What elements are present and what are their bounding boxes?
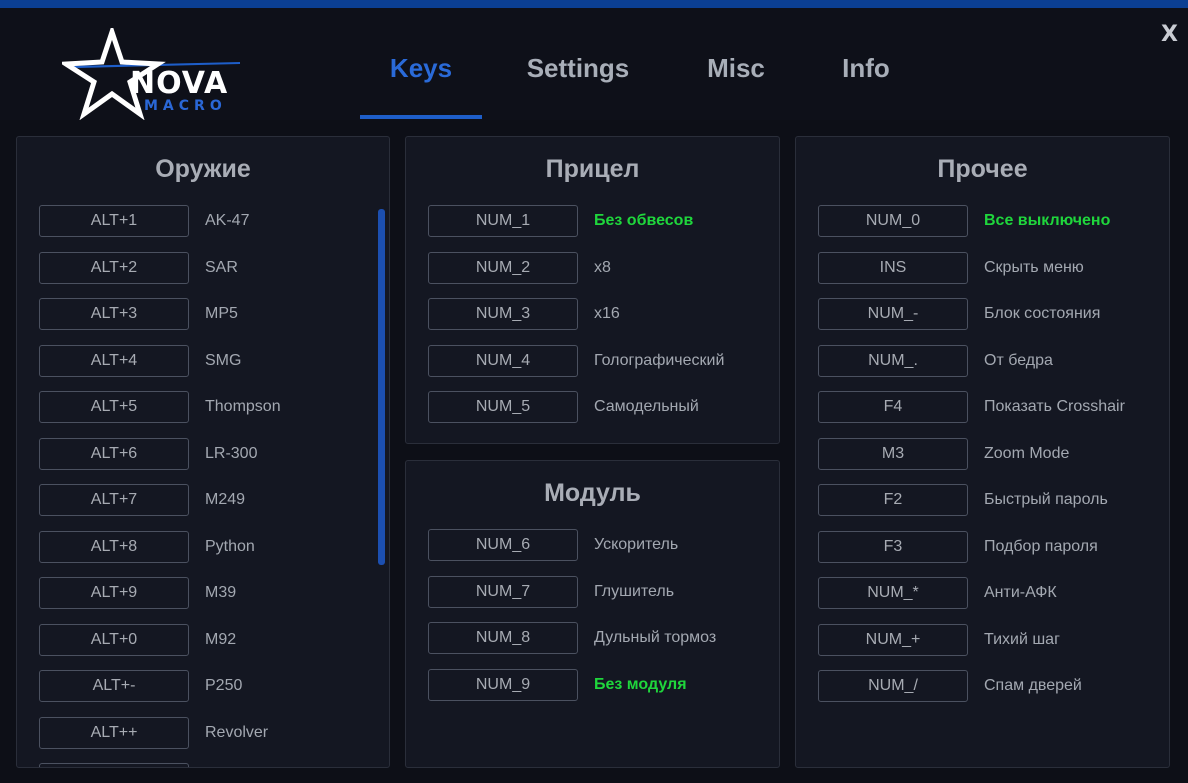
other-keybind-button[interactable]: F4 (818, 391, 968, 423)
other-keybind-button[interactable]: INS (818, 251, 968, 284)
weapons-action-label: SAR (205, 258, 238, 276)
module-action-label: Ускоритель (594, 536, 679, 553)
other-keybind-button[interactable]: NUM_+ (818, 623, 968, 656)
weapons-keybind-button[interactable]: ALT++ (39, 716, 189, 749)
close-button[interactable]: X (1161, 22, 1178, 47)
module-panel: Модуль NUM_6 Ускоритель NUM_7 Глушитель NUM_… (405, 460, 780, 768)
weapons-panel: Оружие ALT+1 AK-47 ALT+2 SAR ALT+3 MP5 ALT+4 SM… (16, 136, 390, 768)
module-keybind-button[interactable]: NUM_6 (428, 529, 578, 561)
weapons-keybind-button[interactable]: ALT+- (39, 670, 189, 702)
other-action-label: Анти-АФК (984, 584, 1057, 601)
weapons-action-label: M92 (205, 630, 237, 648)
weapons-action-label: Thompson (205, 398, 281, 415)
scope-keybind-button[interactable]: NUM_1 (428, 205, 578, 237)
weapons-keybind-button[interactable]: ALT+0 (39, 623, 189, 656)
weapons-keybind-button[interactable]: ALT+6 (39, 437, 189, 470)
other-action-label: Спам дверей (984, 677, 1082, 694)
other-keybind-button[interactable]: F2 (818, 484, 968, 516)
other-keybind-button[interactable]: NUM_* (818, 577, 968, 609)
other-keybind-button[interactable]: NUM_0 (818, 205, 968, 237)
scope-keybind-button[interactable]: NUM_5 (428, 391, 578, 423)
nova-macro-logo: NOVA MACRO (62, 28, 242, 120)
weapons-keybind-button[interactable]: ALT+1 (39, 205, 189, 237)
scope-keybind-button[interactable]: NUM_3 (428, 298, 578, 330)
other-action-label: Скрыть меню (984, 258, 1084, 276)
tab-settings[interactable]: Settings (508, 44, 648, 92)
active-tab-indicator (360, 115, 482, 119)
weapons-action-label: MP5 (205, 305, 238, 322)
weapons-action-label: AK-47 (205, 212, 250, 229)
module-action-label: Без модуля (594, 675, 687, 693)
module-keybind-button[interactable]: NUM_9 (428, 668, 578, 701)
weapons-action-label: P250 (205, 677, 243, 694)
weapons-action-label: M249 (205, 491, 246, 508)
scope-panel: Прицел NUM_1 Без обвесов NUM_2 x8 NUM_3 x16 NU… (405, 136, 780, 444)
tab-info[interactable]: Info (822, 44, 910, 92)
other-action-label: Быстрый пароль (984, 491, 1108, 508)
scope-keybind-button[interactable]: NUM_2 (428, 251, 578, 284)
weapons-keybind-button[interactable]: ALT+4 (39, 344, 189, 377)
scope-panel-title: Прицел (545, 155, 640, 183)
scope-action-label: x16 (594, 305, 620, 322)
weapons-scrollbar[interactable] (378, 209, 385, 565)
other-action-label: Все выключено (984, 212, 1111, 229)
weapons-action-label: SMG (205, 351, 242, 369)
scope-action-label: Голографический (594, 351, 725, 369)
weapons-action-label: Python (205, 537, 255, 555)
other-keybind-button[interactable]: M3 (818, 437, 968, 470)
weapons-keybind-button[interactable]: ALT+3 (39, 298, 189, 330)
other-keybind-button[interactable]: NUM_/ (818, 670, 968, 702)
module-keybind-button[interactable]: NUM_8 (428, 622, 578, 654)
weapons-keybind-button[interactable]: ALT+9 (39, 577, 189, 609)
scope-action-label: Самодельный (594, 398, 699, 415)
scope-action-label: x8 (594, 258, 611, 276)
logo-subtitle: MACRO (144, 98, 227, 114)
scope-keybind-button[interactable]: NUM_4 (428, 344, 578, 377)
module-keybind-button[interactable]: NUM_7 (428, 575, 578, 608)
other-keybind-button[interactable]: NUM_. (818, 344, 968, 377)
other-keybind-button[interactable]: NUM_- (818, 298, 968, 330)
weapons-panel-title: Оружие (155, 155, 251, 183)
other-action-label: Zoom Mode (984, 444, 1070, 462)
weapons-keybind-button[interactable]: ALT+8 (39, 530, 189, 563)
window-top-accent-bar (0, 0, 1188, 8)
weapons-keybind-button[interactable] (39, 763, 189, 767)
other-action-label: Тихий шаг (984, 630, 1060, 648)
other-action-label: Показать Crosshair (984, 398, 1125, 415)
module-action-label: Глушитель (594, 582, 675, 600)
weapons-keybind-button[interactable]: ALT+2 (39, 251, 189, 284)
other-action-label: Подбор пароля (984, 537, 1098, 555)
scope-action-label: Без обвесов (594, 212, 694, 229)
weapons-action-label: M39 (205, 584, 237, 601)
other-action-label: От бедра (984, 351, 1053, 369)
header-bar: X NOVA MACRO Keys Settings Misc Info (0, 8, 1188, 120)
module-panel-title: Модуль (544, 479, 641, 507)
other-action-label: Блок состояния (984, 305, 1101, 322)
logo-wordmark: NOVA (130, 66, 229, 101)
module-action-label: Дульный тормоз (594, 629, 717, 646)
other-keybind-button[interactable]: F3 (818, 530, 968, 563)
weapons-keybind-button[interactable]: ALT+7 (39, 484, 189, 516)
other-panel-title: Прочее (937, 155, 1028, 183)
weapons-action-label: LR-300 (205, 444, 258, 462)
tab-misc[interactable]: Misc (686, 44, 786, 92)
weapons-action-label: Revolver (205, 723, 269, 741)
other-panel: Прочее NUM_0 Все выключено INS Скрыть меню N… (795, 136, 1170, 768)
weapons-keybind-button[interactable]: ALT+5 (39, 391, 189, 423)
tab-keys[interactable]: Keys (360, 44, 482, 92)
